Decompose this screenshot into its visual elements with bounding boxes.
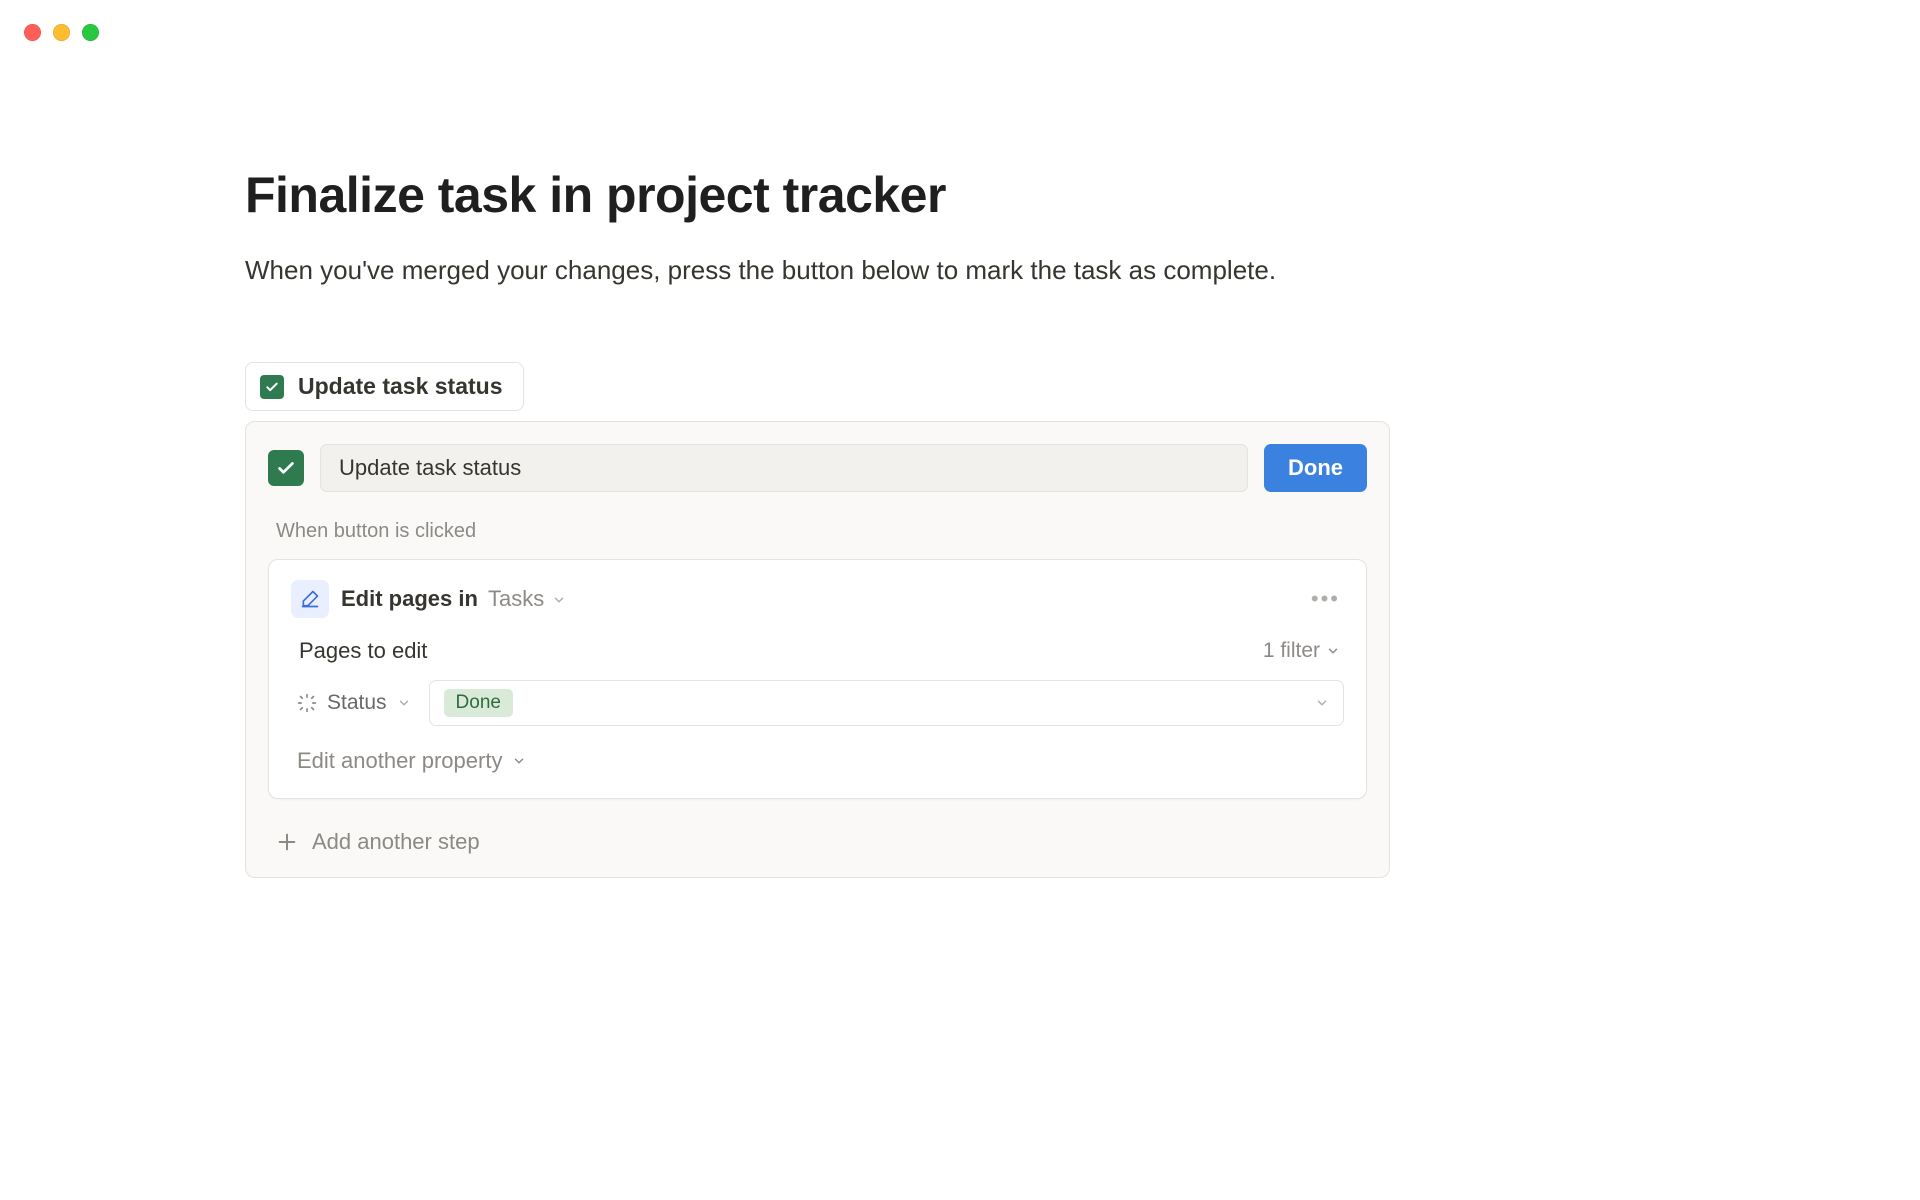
more-icon: ••• bbox=[1311, 586, 1340, 611]
property-value-picker[interactable]: Done bbox=[429, 680, 1344, 726]
step-header: Edit pages in Tasks ••• bbox=[291, 580, 1344, 618]
done-button[interactable]: Done bbox=[1264, 444, 1367, 492]
window-minimize-button[interactable] bbox=[53, 24, 70, 41]
add-another-step-label: Add another step bbox=[312, 829, 480, 855]
step-action-picker[interactable]: Edit pages in Tasks bbox=[341, 586, 566, 612]
add-another-step[interactable]: Add another step bbox=[268, 811, 1367, 877]
window-close-button[interactable] bbox=[24, 24, 41, 41]
plus-icon bbox=[276, 831, 298, 853]
edit-another-property-label: Edit another property bbox=[297, 748, 502, 774]
filter-summary[interactable]: 1 filter bbox=[1263, 639, 1340, 663]
chevron-down-icon bbox=[1326, 644, 1340, 658]
chevron-down-icon bbox=[397, 696, 411, 710]
chevron-down-icon bbox=[512, 754, 526, 768]
button-preview-chip[interactable]: Update task status bbox=[245, 362, 524, 411]
property-name: Status bbox=[327, 691, 387, 715]
button-config-card: Done When button is clicked Edit pages i… bbox=[245, 421, 1390, 878]
filter-summary-text: 1 filter bbox=[1263, 639, 1320, 663]
page-content: Finalize task in project tracker When yo… bbox=[245, 165, 1390, 878]
check-icon bbox=[268, 450, 304, 486]
property-row: Status Done bbox=[293, 680, 1344, 726]
property-picker[interactable]: Status bbox=[293, 685, 415, 721]
button-preview-label: Update task status bbox=[298, 373, 503, 400]
trigger-section-label: When button is clicked bbox=[276, 520, 1367, 543]
edit-another-property[interactable]: Edit another property bbox=[297, 748, 1344, 774]
automation-step-card: Edit pages in Tasks ••• Pages to edit bbox=[268, 559, 1367, 799]
config-header: Done bbox=[268, 444, 1367, 492]
step-action-label: Edit pages in bbox=[341, 586, 478, 611]
pages-to-edit-label: Pages to edit bbox=[299, 638, 427, 664]
window-zoom-button[interactable] bbox=[82, 24, 99, 41]
button-name-input[interactable] bbox=[320, 444, 1248, 492]
window-traffic-lights bbox=[24, 24, 99, 41]
page-title: Finalize task in project tracker bbox=[245, 165, 1390, 225]
step-subheader: Pages to edit 1 filter bbox=[299, 638, 1340, 664]
page-subtitle: When you've merged your changes, press t… bbox=[245, 251, 1390, 290]
check-icon bbox=[260, 375, 284, 399]
chevron-down-icon bbox=[552, 586, 566, 611]
button-config: Update task status Done When button is c… bbox=[245, 362, 1390, 878]
chevron-down-icon bbox=[1315, 696, 1329, 710]
status-tag: Done bbox=[444, 689, 513, 717]
edit-icon bbox=[291, 580, 329, 618]
step-more-menu[interactable]: ••• bbox=[1307, 588, 1344, 610]
status-icon bbox=[297, 693, 317, 713]
step-database-name: Tasks bbox=[488, 586, 544, 611]
